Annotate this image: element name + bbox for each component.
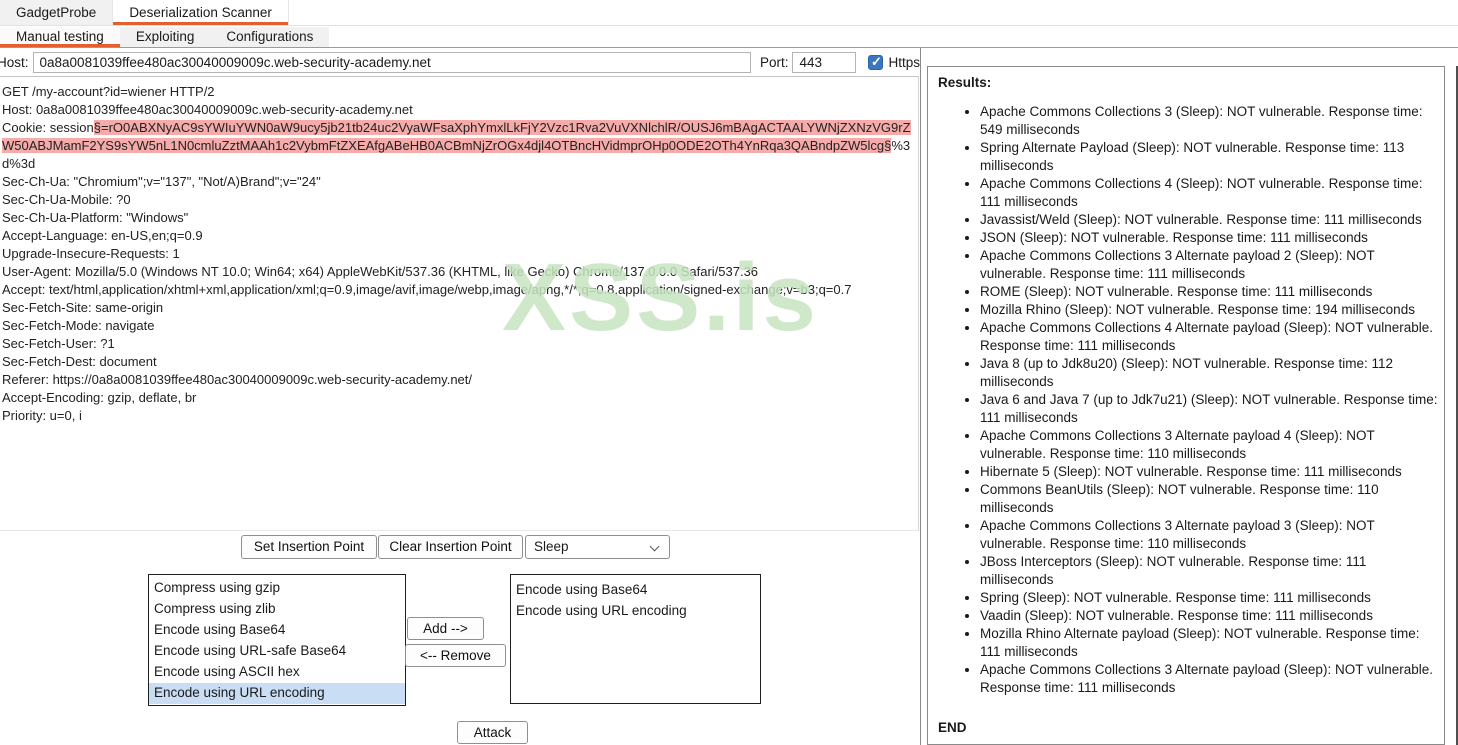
result-item: Apache Commons Collections 4 Alternate p… — [980, 319, 1440, 355]
result-item: Apache Commons Collections 3 Alternate p… — [980, 247, 1440, 283]
results-list: Apache Commons Collections 3 (Sleep): NO… — [938, 103, 1440, 697]
port-input[interactable] — [792, 52, 857, 73]
request-line: Sec-Fetch-Dest: document — [2, 354, 157, 369]
host-label: Host: — [0, 55, 29, 70]
result-item: JBoss Interceptors (Sleep): NOT vulnerab… — [980, 553, 1440, 589]
results-end-marker: END — [938, 720, 967, 735]
tab-exploiting[interactable]: Exploiting — [119, 27, 211, 47]
remove-encoder-button[interactable]: <-- Remove — [405, 644, 506, 667]
tab-gadgetprobe[interactable]: GadgetProbe — [0, 0, 114, 25]
result-item: Mozilla Rhino (Sleep): NOT vulnerable. R… — [980, 301, 1440, 319]
result-item: Mozilla Rhino Alternate payload (Sleep):… — [980, 625, 1440, 661]
request-line: Priority: u=0, i — [2, 408, 82, 423]
result-item: Javassist/Weld (Sleep): NOT vulnerable. … — [980, 211, 1440, 229]
host-input[interactable] — [32, 52, 751, 73]
encoder-option[interactable]: Compress using gzip — [149, 578, 405, 599]
result-item: Spring (Sleep): NOT vulnerable. Response… — [980, 589, 1440, 607]
results-output[interactable]: Results: Apache Commons Collections 3 (S… — [927, 66, 1445, 745]
result-item: Hibernate 5 (Sleep): NOT vulnerable. Res… — [980, 463, 1440, 481]
clear-insertion-point-button[interactable]: Clear Insertion Point — [378, 535, 523, 559]
result-item: Apache Commons Collections 3 Alternate p… — [980, 427, 1440, 463]
result-item: Java 8 (up to Jdk8u20) (Sleep): NOT vuln… — [980, 355, 1440, 391]
encoder-option[interactable]: Encode using URL encoding — [149, 683, 405, 704]
request-line: Accept-Language: en-US,en;q=0.9 — [2, 228, 203, 243]
attack-button[interactable]: Attack — [457, 721, 528, 744]
request-lines-before: GET /my-account?id=wiener HTTP/2 Host: 0a… — [2, 83, 915, 119]
applied-encoder[interactable]: Encode using URL encoding — [511, 601, 760, 622]
request-line: Accept-Encoding: gzip, deflate, br — [2, 390, 197, 405]
result-item: Vaadin (Sleep): NOT vulnerable. Response… — [980, 607, 1440, 625]
https-label: Https — [888, 55, 920, 70]
request-editor[interactable]: GET /my-account?id=wiener HTTP/2 Host: 0a… — [0, 76, 919, 531]
available-encoders-list[interactable]: Compress using gzip Compress using zlib En… — [148, 574, 406, 706]
chevron-down-icon — [649, 541, 660, 552]
request-line: Sec-Ch-Ua-Platform: "Windows" — [2, 210, 189, 225]
request-line: GET /my-account?id=wiener HTTP/2 — [2, 84, 215, 99]
set-insertion-point-button[interactable]: Set Insertion Point — [241, 535, 377, 559]
result-item: Apache Commons Collections 3 (Sleep): NO… — [980, 103, 1440, 139]
tab-manual-testing[interactable]: Manual testing — [0, 27, 120, 47]
cookie-line: Cookie: session§=rO0ABXNyAC9sYWIuYWN0aW9… — [2, 119, 915, 173]
result-item: Spring Alternate Payload (Sleep): NOT vu… — [980, 139, 1440, 175]
applied-encoders-list[interactable]: Encode using Base64 Encode using URL enco… — [510, 574, 761, 704]
result-item: JSON (Sleep): NOT vulnerable. Response t… — [980, 229, 1440, 247]
tab-configurations[interactable]: Configurations — [210, 27, 330, 47]
add-encoder-button[interactable]: Add --> — [407, 617, 484, 640]
tab-deserialization-scanner[interactable]: Deserialization Scanner — [113, 0, 289, 25]
result-item: Apache Commons Collections 3 Alternate p… — [980, 661, 1440, 697]
request-line: Accept: text/html,application/xhtml+xml,… — [2, 282, 852, 297]
results-title: Results: — [938, 75, 992, 90]
request-line: Sec-Fetch-User: ?1 — [2, 336, 115, 351]
insertion-point-highlight[interactable]: §=rO0ABXNyAC9sYWIuYWN0aW9ucy5jb21tb24uc2… — [2, 120, 911, 153]
request-line: User-Agent: Mozilla/5.0 (Windows NT 10.0… — [2, 264, 759, 279]
encoder-option[interactable]: Encode using Base64 — [149, 620, 405, 641]
port-label: Port: — [759, 55, 789, 70]
request-line: Referer: https://0a8a0081039ffee480ac300… — [2, 372, 473, 387]
request-line: Host: 0a8a0081039ffee480ac30040009009c.w… — [2, 102, 413, 117]
cookie-prefix: Cookie: session — [2, 120, 94, 135]
result-item: Apache Commons Collections 3 Alternate p… — [980, 517, 1440, 553]
result-item: Commons BeanUtils (Sleep): NOT vulnerabl… — [980, 481, 1440, 517]
main-tab-bar: GadgetProbe Deserialization Scanner — [0, 0, 1458, 26]
payload-type-dropdown[interactable]: Sleep — [525, 535, 670, 559]
applied-encoder[interactable]: Encode using Base64 — [511, 580, 760, 601]
request-line: Sec-Fetch-Site: same-origin — [2, 300, 164, 315]
request-line: Sec-Fetch-Mode: navigate — [2, 318, 155, 333]
encoder-option[interactable]: Encode using URL-safe Base64 — [149, 641, 405, 662]
encoder-option[interactable]: Encode using ASCII hex — [149, 662, 405, 683]
encoder-option[interactable]: Compress using zlib — [149, 599, 405, 620]
result-item: Java 6 and Java 7 (up to Jdk7u21) (Sleep… — [980, 391, 1440, 427]
https-checkbox[interactable] — [868, 54, 884, 70]
request-line: Upgrade-Insecure-Requests: 1 — [2, 246, 180, 261]
request-line: Sec-Ch-Ua: "Chromium";v="137", "Not/A)Br… — [2, 174, 321, 189]
result-item: ROME (Sleep): NOT vulnerable. Response t… — [980, 283, 1440, 301]
result-item: Apache Commons Collections 4 (Sleep): NO… — [980, 175, 1440, 211]
request-lines-after: Sec-Ch-Ua: "Chromium";v="137", "Not/A)Br… — [2, 173, 915, 425]
payload-type-value: Sleep — [534, 539, 569, 554]
results-panel: Results: Apache Commons Collections 3 (S… — [920, 48, 1458, 745]
request-line: Sec-Ch-Ua-Mobile: ?0 — [2, 192, 131, 207]
target-config-row: Host: Port: Https — [0, 49, 920, 76]
sub-tab-bar: Manual testing Exploiting Configurations — [0, 27, 1458, 48]
